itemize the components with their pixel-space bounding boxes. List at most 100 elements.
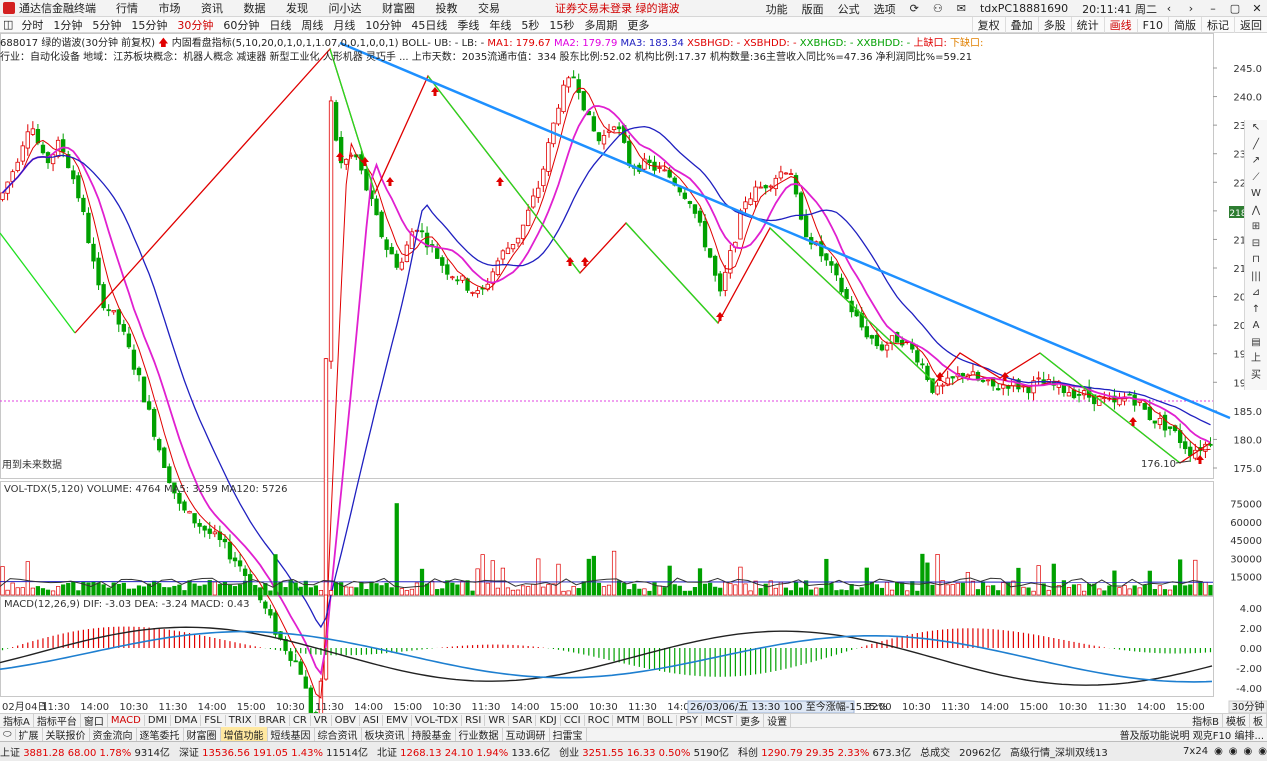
indicator-tab[interactable]: MCST (702, 715, 738, 726)
fib-tool-icon[interactable]: ||| (1245, 269, 1267, 286)
indicator-tab[interactable]: VOL-TDX (412, 715, 463, 726)
toolbar-button[interactable]: 简版 (1168, 17, 1201, 33)
period-tab[interactable]: 周线 (299, 17, 325, 33)
text-tool-icon[interactable]: A (1245, 318, 1267, 335)
menu-ask[interactable]: 问小达 (329, 2, 362, 15)
menu-discover[interactable]: 发现 (286, 2, 308, 15)
indicator-tab[interactable]: 指标平台 (34, 713, 81, 728)
indicator-right-tab[interactable]: 指标B (1189, 713, 1223, 728)
minimize-icon[interactable]: – (1203, 2, 1223, 15)
back-icon[interactable]: ‹ (1159, 2, 1179, 15)
user-icon[interactable]: ⚇ (933, 2, 943, 15)
index-quote[interactable]: 上证 3881.28 68.00 1.78% 9314亿 (0, 744, 170, 759)
wave-tool-icon[interactable]: W (1245, 186, 1267, 203)
period-tab[interactable]: 月线 (331, 17, 357, 33)
indicator-tab[interactable]: VR (311, 715, 332, 726)
toolbar-button[interactable]: 标记 (1201, 17, 1234, 33)
function-tab[interactable]: 扫雷宝 (550, 727, 587, 742)
indicator-tab[interactable]: BOLL (644, 715, 677, 726)
market-server[interactable]: 高级行情_深圳双线13 (1010, 744, 1108, 759)
toolbar-button[interactable]: 返回 (1234, 17, 1267, 33)
function-tab[interactable]: 财富圈 (184, 727, 221, 742)
rect-tool-icon[interactable]: ⊞ (1245, 219, 1267, 236)
toolbar-button-active[interactable]: 画线 (1103, 17, 1137, 33)
up-mark-tool-icon[interactable]: 上 (1245, 351, 1267, 368)
function-right-text[interactable]: 普及版功能说明 观克F10 编排... (1117, 727, 1267, 742)
period-tab[interactable]: 15分钟 (129, 17, 169, 33)
menu-trade[interactable]: 交易 (478, 2, 500, 15)
index-quote[interactable]: 科创 1290.79 29.35 2.33% 673.3亿 (738, 744, 911, 759)
function-tab[interactable]: 综合资讯 (315, 727, 362, 742)
indicator-tab[interactable]: FSL (201, 715, 226, 726)
indicator-tab[interactable]: KDJ (536, 715, 561, 726)
index-quote[interactable]: 深证 13536.56 191.05 1.43% 11514亿 (179, 744, 368, 759)
function-tab[interactable]: 资金流向 (90, 727, 137, 742)
cycle-tool-icon[interactable]: ⊓ (1245, 252, 1267, 269)
lang-icon[interactable]: ◉ (1229, 746, 1238, 757)
kline-chart[interactable]: 245.0240.0235.0230.0225.0220.0215.0210.0… (0, 33, 1267, 713)
function-tab[interactable]: 板块资讯 (362, 727, 409, 742)
function-tab[interactable]: 关联报价 (43, 727, 90, 742)
toolbar-button[interactable]: F10 (1136, 18, 1168, 32)
indicator-tab[interactable]: TRIX (226, 715, 256, 726)
indicator-tab[interactable]: DMI (145, 715, 172, 726)
menu-quotes[interactable]: 行情 (116, 2, 138, 15)
moon-icon[interactable]: ◉ (1244, 746, 1253, 757)
period-tab[interactable]: 分时 (19, 17, 45, 33)
ray-tool-icon[interactable]: ↗ (1245, 153, 1267, 170)
toolbar-button[interactable]: 复权 (971, 17, 1005, 33)
indicator-tab[interactable]: BRAR (256, 715, 290, 726)
function-tab[interactable]: 持股基金 (409, 727, 456, 742)
zigzag-tool-icon[interactable]: ⋀ (1245, 203, 1267, 220)
function-tab[interactable]: 行业数据 (456, 727, 503, 742)
indicator-tab[interactable]: EMV (383, 715, 412, 726)
indicator-tab[interactable]: 设置 (764, 713, 792, 728)
indicator-tab[interactable]: CCI (561, 715, 585, 726)
menu-education[interactable]: 投教 (436, 2, 458, 15)
menu-data[interactable]: 数据 (244, 2, 266, 15)
period-tab[interactable]: 5分钟 (90, 17, 123, 33)
indicator-tab[interactable]: ASI (360, 715, 383, 726)
function-tab[interactable]: 增值功能 (220, 727, 268, 742)
refresh-icon[interactable]: ⟳ (910, 2, 919, 15)
indicator-tab[interactable]: CR (290, 715, 311, 726)
period-tab[interactable]: 15秒 (547, 17, 576, 33)
period-tab[interactable]: 45日线 (409, 17, 449, 33)
forward-icon[interactable]: › (1181, 2, 1201, 15)
indicator-tab[interactable]: 指标A (0, 713, 34, 728)
indicator-right-tab[interactable]: 模板 (1223, 713, 1250, 728)
period-tab[interactable]: 更多 (625, 17, 651, 33)
indicator-tab[interactable]: SAR (509, 715, 537, 726)
menu-formula[interactable]: 公式 (838, 1, 860, 17)
period-tab[interactable]: 日线 (267, 17, 293, 33)
period-tab[interactable]: 10分钟 (363, 17, 403, 33)
toggle-icon[interactable]: ⬭ (0, 729, 16, 740)
indicator-tab[interactable]: MTM (613, 715, 644, 726)
indicator-tab[interactable]: PSY (677, 715, 703, 726)
indicator-tab[interactable]: MACD (108, 715, 145, 726)
function-tab[interactable]: 互动调研 (503, 727, 550, 742)
menu-market[interactable]: 市场 (159, 2, 181, 15)
index-quote[interactable]: 北证 1268.13 24.10 1.94% 133.6亿 (377, 744, 550, 759)
menu-options[interactable]: 选项 (874, 1, 896, 17)
function-tab[interactable]: 短线基因 (268, 727, 315, 742)
indicator-tab[interactable]: 更多 (737, 713, 765, 728)
globe-icon[interactable]: ◉ (1214, 746, 1223, 757)
indicator-right-tab[interactable]: 板 (1250, 713, 1267, 728)
layout-icon[interactable]: ◫ (3, 18, 13, 31)
period-tab[interactable]: 60分钟 (221, 17, 261, 33)
menu-layout[interactable]: 版面 (802, 1, 824, 17)
note-tool-icon[interactable]: ▤ (1245, 335, 1267, 352)
toolbar-button[interactable]: 叠加 (1004, 17, 1038, 33)
period-tab[interactable]: 5秒 (519, 17, 541, 33)
index-quote[interactable]: 创业 3251.55 16.33 0.50% 5190亿 (559, 744, 729, 759)
menu-news[interactable]: 资讯 (201, 2, 223, 15)
buy-mark-tool-icon[interactable]: 买 (1245, 368, 1267, 385)
arrow-up-tool-icon[interactable]: ↑ (1245, 302, 1267, 319)
indicator-tab[interactable]: 窗口 (81, 713, 108, 728)
menu-wealth[interactable]: 财富圈 (382, 2, 415, 15)
line-tool-icon[interactable]: ╱ (1245, 137, 1267, 154)
toolbar-button[interactable]: 统计 (1070, 17, 1104, 33)
function-tab[interactable]: 逐笔委托 (137, 727, 184, 742)
gann-tool-icon[interactable]: ⊿ (1245, 285, 1267, 302)
